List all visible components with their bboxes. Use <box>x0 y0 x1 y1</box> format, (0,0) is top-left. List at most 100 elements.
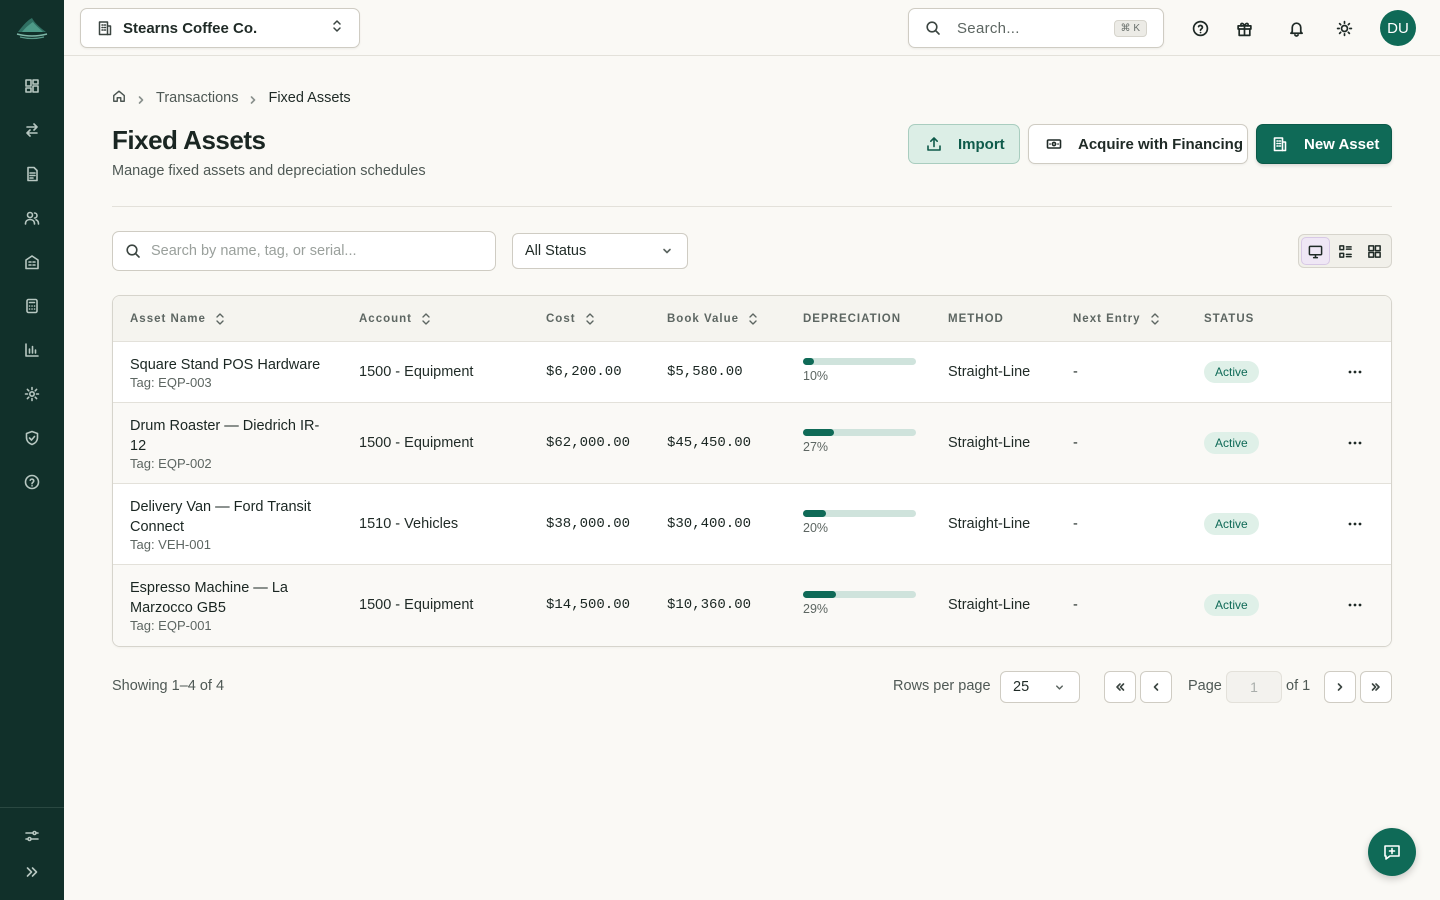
book-value-cell: $10,360.00 <box>667 597 752 613</box>
asset-tag: Tag: EQP-002 <box>130 456 212 471</box>
rows-per-page-select[interactable]: 25 <box>1000 671 1080 703</box>
fixed-assets-icon[interactable] <box>20 250 44 274</box>
home-icon[interactable] <box>112 89 126 107</box>
chat-fab-button[interactable] <box>1368 828 1416 876</box>
row-actions-button[interactable] <box>1343 431 1367 455</box>
company-switcher[interactable]: Stearns Coffee Co. <box>80 8 360 48</box>
chevrons-left-icon <box>1116 683 1125 691</box>
column-book-value[interactable]: Book Value <box>667 296 759 342</box>
new-asset-button[interactable]: New Asset <box>1256 124 1392 164</box>
column-cost[interactable]: Cost <box>546 296 596 342</box>
depreciation-cell: 27% <box>803 429 916 454</box>
method-cell: Straight-Line <box>948 516 1031 532</box>
asset-name[interactable]: Square Stand POS Hardware <box>130 355 330 375</box>
asset-name[interactable]: Delivery Van — Ford Transit Connect <box>130 497 330 537</box>
status-badge: Active <box>1204 594 1259 616</box>
calculator-icon[interactable] <box>20 294 44 318</box>
last-page-button[interactable] <box>1360 671 1392 703</box>
next-entry-cell: - <box>1073 516 1078 532</box>
table-row[interactable]: Espresso Machine — La Marzocco GB5 Tag: … <box>113 565 1391 646</box>
column-account[interactable]: Account <box>359 296 432 342</box>
grid-icon <box>1367 244 1381 258</box>
status-cell: Active <box>1204 513 1259 535</box>
account-cell: 1510 - Vehicles <box>359 516 459 532</box>
breadcrumb-transactions[interactable]: Transactions <box>156 90 238 106</box>
page-number-input[interactable]: 1 <box>1226 671 1282 703</box>
row-actions-button[interactable] <box>1343 512 1367 536</box>
column-next-entry[interactable]: Next Entry <box>1073 296 1161 342</box>
asset-name-cell: Drum Roaster — Diedrich IR-12 Tag: EQP-0… <box>130 416 330 472</box>
import-button[interactable]: Import <box>908 124 1020 164</box>
column-status: STATUS <box>1204 296 1254 342</box>
asset-tag: Tag: EQP-003 <box>130 375 212 390</box>
column-label: Account <box>359 313 412 325</box>
gift-icon[interactable] <box>1232 16 1256 40</box>
breadcrumb: Transactions Fixed Assets <box>112 88 351 108</box>
asset-search-field[interactable] <box>112 231 496 271</box>
bell-icon[interactable] <box>1284 16 1308 40</box>
table-row[interactable]: Delivery Van — Ford Transit Connect Tag:… <box>113 484 1391 565</box>
rows-per-page-value: 25 <box>1013 679 1030 695</box>
building-icon <box>1273 137 1287 152</box>
page-label: Page <box>1188 678 1222 694</box>
book-value-cell: $30,400.00 <box>667 516 752 532</box>
column-depreciation: DEPRECIATION <box>803 296 901 342</box>
transactions-icon[interactable] <box>20 118 44 142</box>
help-icon[interactable] <box>1188 16 1212 40</box>
column-label: DEPRECIATION <box>803 313 902 325</box>
column-label: Book Value <box>667 313 739 325</box>
header-divider <box>112 206 1392 207</box>
table-row[interactable]: Drum Roaster — Diedrich IR-12 Tag: EQP-0… <box>113 403 1391 484</box>
table-header: Asset Name Account Cost Book Value DEPRE… <box>113 296 1391 342</box>
chevron-right-icon <box>136 93 146 104</box>
depreciation-bar <box>803 429 916 436</box>
table-view-button[interactable] <box>1301 237 1331 265</box>
row-actions-button[interactable] <box>1343 593 1367 617</box>
grid-view-button[interactable] <box>1360 237 1389 265</box>
next-page-button[interactable] <box>1324 671 1356 703</box>
depreciation-bar <box>803 591 916 598</box>
import-button-label: Import <box>958 135 1005 153</box>
asset-search-input[interactable] <box>151 243 483 259</box>
sort-icon <box>584 312 596 326</box>
global-search[interactable]: Search... ⌘ K <box>908 8 1164 48</box>
expand-sidebar-icon[interactable] <box>20 860 44 884</box>
shield-icon[interactable] <box>20 426 44 450</box>
column-label: Cost <box>546 313 576 325</box>
depreciation-bar-fill <box>803 429 834 436</box>
asset-tag: Tag: VEH-001 <box>130 537 211 552</box>
chevron-down-icon <box>1056 684 1063 690</box>
documents-icon[interactable] <box>20 162 44 186</box>
contacts-icon[interactable] <box>20 206 44 230</box>
table-row[interactable]: Square Stand POS Hardware Tag: EQP-003 1… <box>113 342 1391 403</box>
user-avatar[interactable]: DU <box>1380 10 1416 46</box>
column-label: METHOD <box>948 313 1004 325</box>
previous-page-button[interactable] <box>1140 671 1172 703</box>
depreciation-bar-fill <box>803 510 826 517</box>
asset-name[interactable]: Espresso Machine — La Marzocco GB5 <box>130 578 330 618</box>
list-view-button[interactable] <box>1330 237 1359 265</box>
search-icon <box>126 244 140 258</box>
preferences-sliders-icon[interactable] <box>20 824 44 848</box>
reports-icon[interactable] <box>20 338 44 362</box>
status-filter-value: All Status <box>525 243 587 259</box>
status-filter-select[interactable]: All Status <box>512 233 688 269</box>
sort-icon <box>1149 312 1161 326</box>
column-asset-name[interactable]: Asset Name <box>130 296 226 342</box>
new-asset-button-label: New Asset <box>1304 135 1380 153</box>
dashboard-icon[interactable] <box>20 74 44 98</box>
depreciation-bar <box>803 358 916 365</box>
status-badge: Active <box>1204 361 1259 383</box>
asset-name[interactable]: Drum Roaster — Diedrich IR-12 <box>130 416 330 456</box>
help-circle-icon[interactable] <box>20 470 44 494</box>
settings-gear-icon[interactable] <box>20 382 44 406</box>
breadcrumb-current: Fixed Assets <box>268 90 351 106</box>
method-cell: Straight-Line <box>948 435 1031 451</box>
brand-logo[interactable] <box>14 14 50 42</box>
status-cell: Active <box>1204 432 1259 454</box>
sun-theme-icon[interactable] <box>1332 16 1356 40</box>
chevron-left-icon <box>1153 683 1159 691</box>
first-page-button[interactable] <box>1104 671 1136 703</box>
row-actions-button[interactable] <box>1343 360 1367 384</box>
acquire-with-financing-button[interactable]: Acquire with Financing <box>1028 124 1248 164</box>
